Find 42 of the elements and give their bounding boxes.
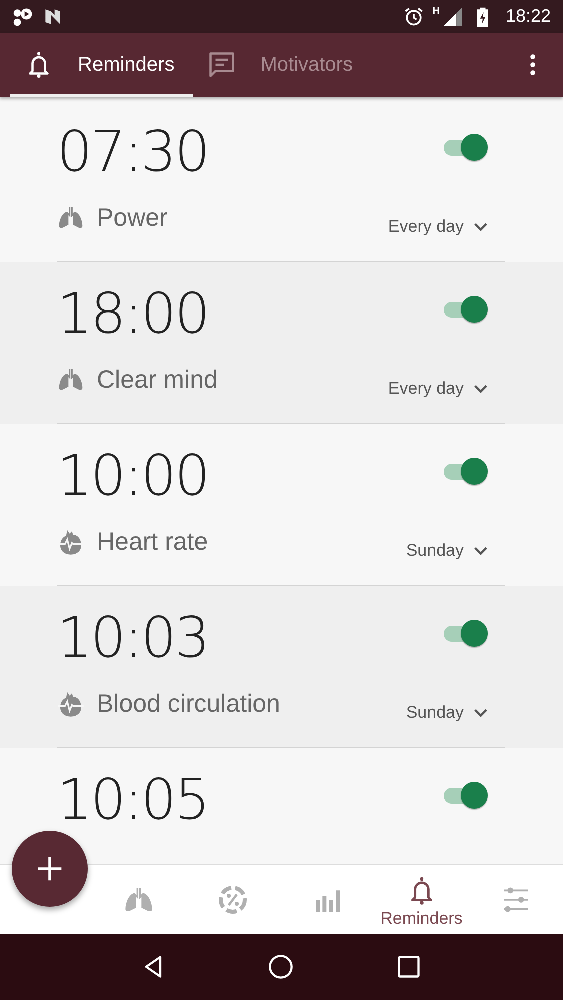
reminder-time[interactable]: 10:05	[57, 768, 442, 833]
repeat-dropdown[interactable]: Every day	[388, 217, 488, 237]
reminder-name: Blood circulation	[97, 690, 280, 718]
alarm-icon	[402, 6, 425, 28]
reminder-name: Power	[97, 204, 168, 232]
reminder-time[interactable]: 10:00	[57, 444, 442, 509]
reminder-card[interactable]: 10:00 Heart rate Sunday	[0, 424, 563, 586]
repeat-dropdown[interactable]: Sunday	[406, 703, 488, 723]
home-icon[interactable]	[268, 954, 294, 980]
reminder-card[interactable]: 10:03 Blood circulation Sunday	[0, 586, 563, 748]
reminder-card[interactable]: 10:05	[0, 748, 563, 864]
tab[interactable]: Reminders	[10, 33, 193, 97]
recents-icon[interactable]	[396, 954, 422, 980]
message-icon	[206, 50, 237, 80]
toggle-switch[interactable]	[442, 133, 490, 163]
clock: 18:22	[506, 6, 551, 27]
add-button[interactable]	[12, 831, 88, 907]
chevron-down-icon	[474, 546, 488, 556]
toggle-switch[interactable]	[442, 295, 490, 325]
more-icon[interactable]	[529, 53, 537, 77]
reminder-card[interactable]: 07:30 Power Every day	[0, 100, 563, 262]
percent-icon	[217, 884, 250, 916]
tab[interactable]: Motivators	[192, 33, 371, 97]
reminder-name: Heart rate	[97, 528, 208, 556]
signal-icon	[442, 6, 464, 28]
toggle-switch[interactable]	[442, 781, 490, 811]
network-type: H	[432, 6, 440, 17]
reminder-name: Clear mind	[97, 366, 218, 394]
reminder-time[interactable]: 18:00	[57, 282, 442, 347]
repeat-dropdown[interactable]: Sunday	[406, 541, 488, 561]
heart-pulse-icon	[57, 690, 85, 718]
reminder-time[interactable]: 10:03	[57, 606, 442, 671]
chevron-down-icon	[474, 384, 488, 394]
chevron-down-icon	[474, 222, 488, 232]
nav-item[interactable]: Reminders	[374, 865, 469, 934]
toggle-switch[interactable]	[442, 457, 490, 487]
toggle-switch[interactable]	[442, 619, 490, 649]
repeat-dropdown[interactable]: Every day	[388, 379, 488, 399]
reminder-time[interactable]: 07:30	[57, 120, 442, 185]
plus-icon	[36, 855, 64, 883]
chevron-down-icon	[474, 708, 488, 718]
reminder-card[interactable]: 18:00 Clear mind Every day	[0, 262, 563, 424]
